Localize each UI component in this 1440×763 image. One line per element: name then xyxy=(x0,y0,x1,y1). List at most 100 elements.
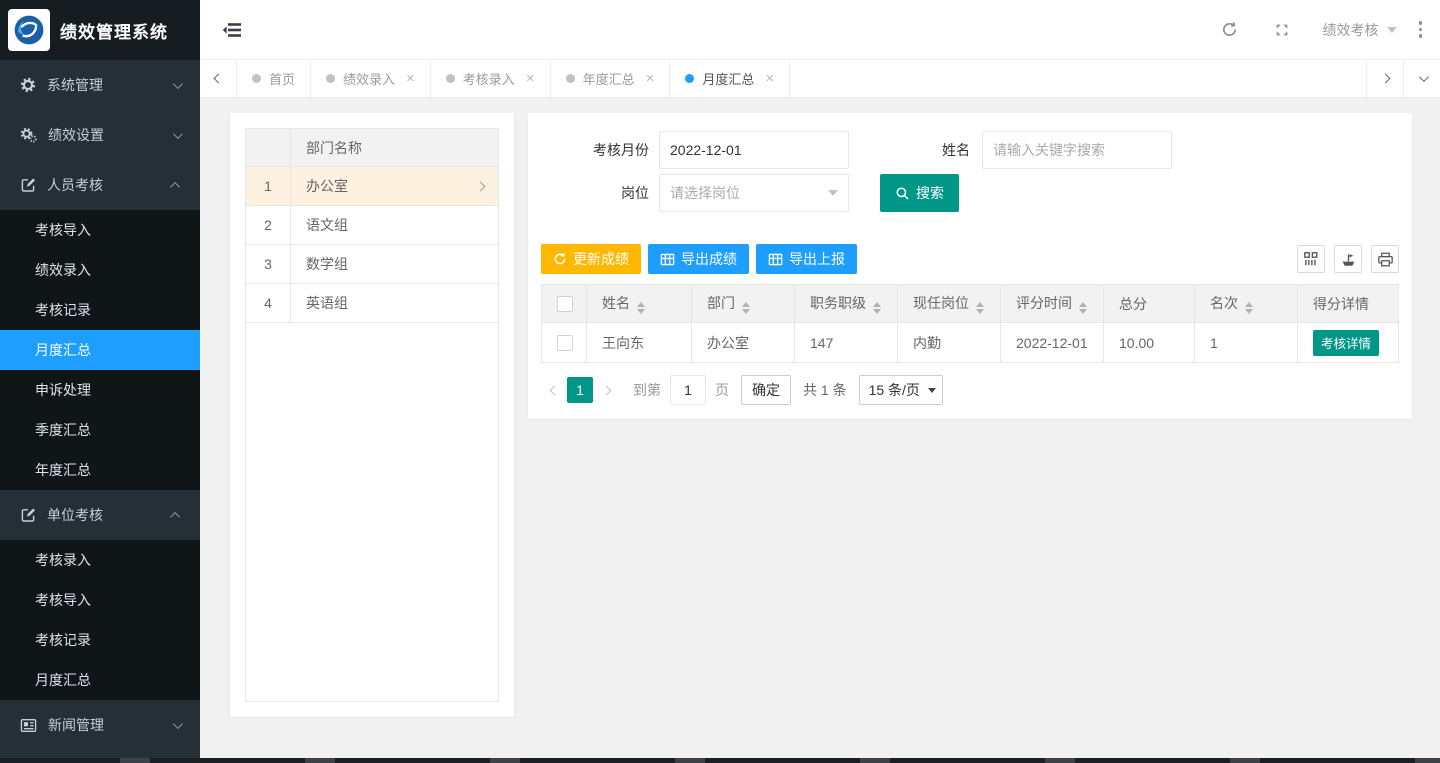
select-all-checkbox[interactable] xyxy=(557,296,573,312)
page-size-select[interactable]: 15 条/页 xyxy=(859,375,943,405)
tab-label: 绩效录入 xyxy=(343,69,395,88)
post-select[interactable]: 请选择岗位 xyxy=(659,174,849,212)
export-icon[interactable] xyxy=(1334,245,1362,273)
sort-icon[interactable] xyxy=(742,302,750,314)
department-row[interactable]: 4 英语组 xyxy=(246,284,498,323)
chevron-right-icon xyxy=(1380,74,1390,84)
print-icon[interactable] xyxy=(1371,245,1399,273)
close-icon[interactable]: × xyxy=(646,71,655,86)
submenu-label: 考核导入 xyxy=(35,220,91,240)
department-row[interactable]: 3 数学组 xyxy=(246,245,498,284)
department-name-header: 部门名称 xyxy=(291,138,498,158)
column-header-total-score: 总分 xyxy=(1104,285,1195,323)
department-row[interactable]: 2 语文组 xyxy=(246,206,498,245)
column-label: 评分时间 xyxy=(1016,295,1072,311)
table-tool-icons xyxy=(1297,245,1399,273)
sidebar-item-assessment-import[interactable]: 考核导入 xyxy=(0,210,200,250)
goto-page-input[interactable] xyxy=(670,375,706,405)
tabs-scroll-left-button[interactable] xyxy=(200,60,237,97)
tabs-scroll-right-button[interactable] xyxy=(1366,60,1403,97)
department-panel: 部门名称 1 办公室 2 语文组 3 数学组 4 英语组 xyxy=(230,113,514,717)
department-name: 英语组 xyxy=(291,293,498,313)
sidebar-item-unit-assessment[interactable]: 单位考核 xyxy=(0,490,200,540)
fullscreen-icon[interactable] xyxy=(1269,22,1295,38)
sidebar-item-appeal-handling[interactable]: 申诉处理 xyxy=(0,370,200,410)
close-icon[interactable]: × xyxy=(526,71,535,86)
export-scores-button[interactable]: 导出成绩 xyxy=(648,244,749,274)
sort-icon[interactable] xyxy=(873,302,881,314)
name-search-input[interactable] xyxy=(982,131,1172,169)
more-options-icon[interactable] xyxy=(1419,21,1423,38)
gears-icon xyxy=(20,127,37,143)
tab-label: 年度汇总 xyxy=(583,69,635,88)
tab-performance-entry[interactable]: 绩效录入 × xyxy=(311,60,431,97)
filter-columns-icon[interactable] xyxy=(1297,245,1325,273)
topbar: 绩效考核 xyxy=(200,0,1440,60)
sort-icon[interactable] xyxy=(1245,302,1253,314)
content-area: 部门名称 1 办公室 2 语文组 3 数学组 4 英语组 考核月份 xyxy=(200,98,1440,763)
goto-confirm-button[interactable]: 确定 xyxy=(741,375,791,405)
edit-icon xyxy=(20,177,36,193)
row-checkbox[interactable] xyxy=(557,335,573,351)
cell-department: 办公室 xyxy=(692,323,795,363)
assessment-detail-button[interactable]: 考核详情 xyxy=(1313,330,1379,356)
search-icon xyxy=(895,186,910,201)
update-scores-button[interactable]: 更新成绩 xyxy=(541,244,641,274)
filter-row-1: 考核月份 姓名 xyxy=(541,131,1399,169)
search-button[interactable]: 搜索 xyxy=(880,174,959,212)
department-name: 数学组 xyxy=(291,254,498,274)
row-index: 3 xyxy=(246,245,291,283)
chevron-up-icon xyxy=(170,511,180,521)
tab-monthly-summary[interactable]: 月度汇总 × xyxy=(670,60,790,97)
tabs-menu-button[interactable] xyxy=(1403,60,1440,97)
tab-assessment-entry[interactable]: 考核录入 × xyxy=(431,60,551,97)
export-report-button[interactable]: 导出上报 xyxy=(756,244,857,274)
sidebar-item-unit-assessment-import[interactable]: 考核导入 xyxy=(0,580,200,620)
sidebar-collapse-icon[interactable] xyxy=(222,22,242,38)
logo-emblem-icon xyxy=(11,12,47,48)
gear-icon xyxy=(20,77,36,93)
cell-score-time: 2022-12-01 xyxy=(1001,323,1104,363)
department-row-selected[interactable]: 1 办公室 xyxy=(246,167,498,206)
chevron-down-icon xyxy=(173,719,183,729)
sidebar-item-system-management[interactable]: 系统管理 xyxy=(0,60,200,110)
sidebar-item-unit-assessment-entry[interactable]: 考核录入 xyxy=(0,540,200,580)
tab-home[interactable]: 首页 xyxy=(237,60,311,97)
tab-annual-summary[interactable]: 年度汇总 × xyxy=(551,60,671,97)
next-page-button[interactable] xyxy=(593,387,619,394)
sidebar-item-annual-summary[interactable]: 年度汇总 xyxy=(0,450,200,490)
cell-rank: 1 xyxy=(1195,323,1298,363)
sidebar-item-performance-entry[interactable]: 绩效录入 xyxy=(0,250,200,290)
month-field[interactable] xyxy=(659,131,849,169)
sort-icon[interactable] xyxy=(976,302,984,314)
row-index: 2 xyxy=(246,206,291,244)
total-count-label: 共 1 条 xyxy=(803,380,847,400)
current-page-button[interactable]: 1 xyxy=(567,377,593,403)
table-grid-icon xyxy=(768,253,783,266)
tab-label: 首页 xyxy=(269,69,295,88)
tab-dot-icon xyxy=(685,74,694,83)
sidebar-item-personnel-assessment[interactable]: 人员考核 xyxy=(0,160,200,210)
chevron-down-icon xyxy=(173,79,183,89)
sidebar-item-unit-assessment-records[interactable]: 考核记录 xyxy=(0,620,200,660)
sidebar-item-assessment-records[interactable]: 考核记录 xyxy=(0,290,200,330)
chevron-down-icon xyxy=(173,129,183,139)
sidebar-item-news-management[interactable]: 新闻管理 xyxy=(0,700,200,750)
sidebar-item-performance-settings[interactable]: 绩效设置 xyxy=(0,110,200,160)
sort-icon[interactable] xyxy=(637,302,645,314)
sidebar-item-quarterly-summary[interactable]: 季度汇总 xyxy=(0,410,200,450)
user-menu[interactable]: 绩效考核 xyxy=(1323,20,1397,40)
close-icon[interactable]: × xyxy=(765,71,774,86)
sort-icon[interactable] xyxy=(1079,302,1087,314)
submenu-label: 月度汇总 xyxy=(35,670,91,690)
results-table: 姓名 部门 职务职级 现任岗位 评分时间 总分 名次 得分详情 王向东 办公室 … xyxy=(541,284,1399,363)
refresh-icon xyxy=(553,252,567,266)
refresh-icon[interactable] xyxy=(1217,21,1243,38)
tab-dot-icon xyxy=(326,74,335,83)
sidebar-item-monthly-summary-active[interactable]: 月度汇总 xyxy=(0,330,200,370)
prev-page-button[interactable] xyxy=(541,387,567,394)
cell-current-post: 内勤 xyxy=(898,323,1001,363)
sidebar-item-unit-monthly-summary[interactable]: 月度汇总 xyxy=(0,660,200,700)
close-icon[interactable]: × xyxy=(406,71,415,86)
app-title: 绩效管理系统 xyxy=(60,18,168,43)
